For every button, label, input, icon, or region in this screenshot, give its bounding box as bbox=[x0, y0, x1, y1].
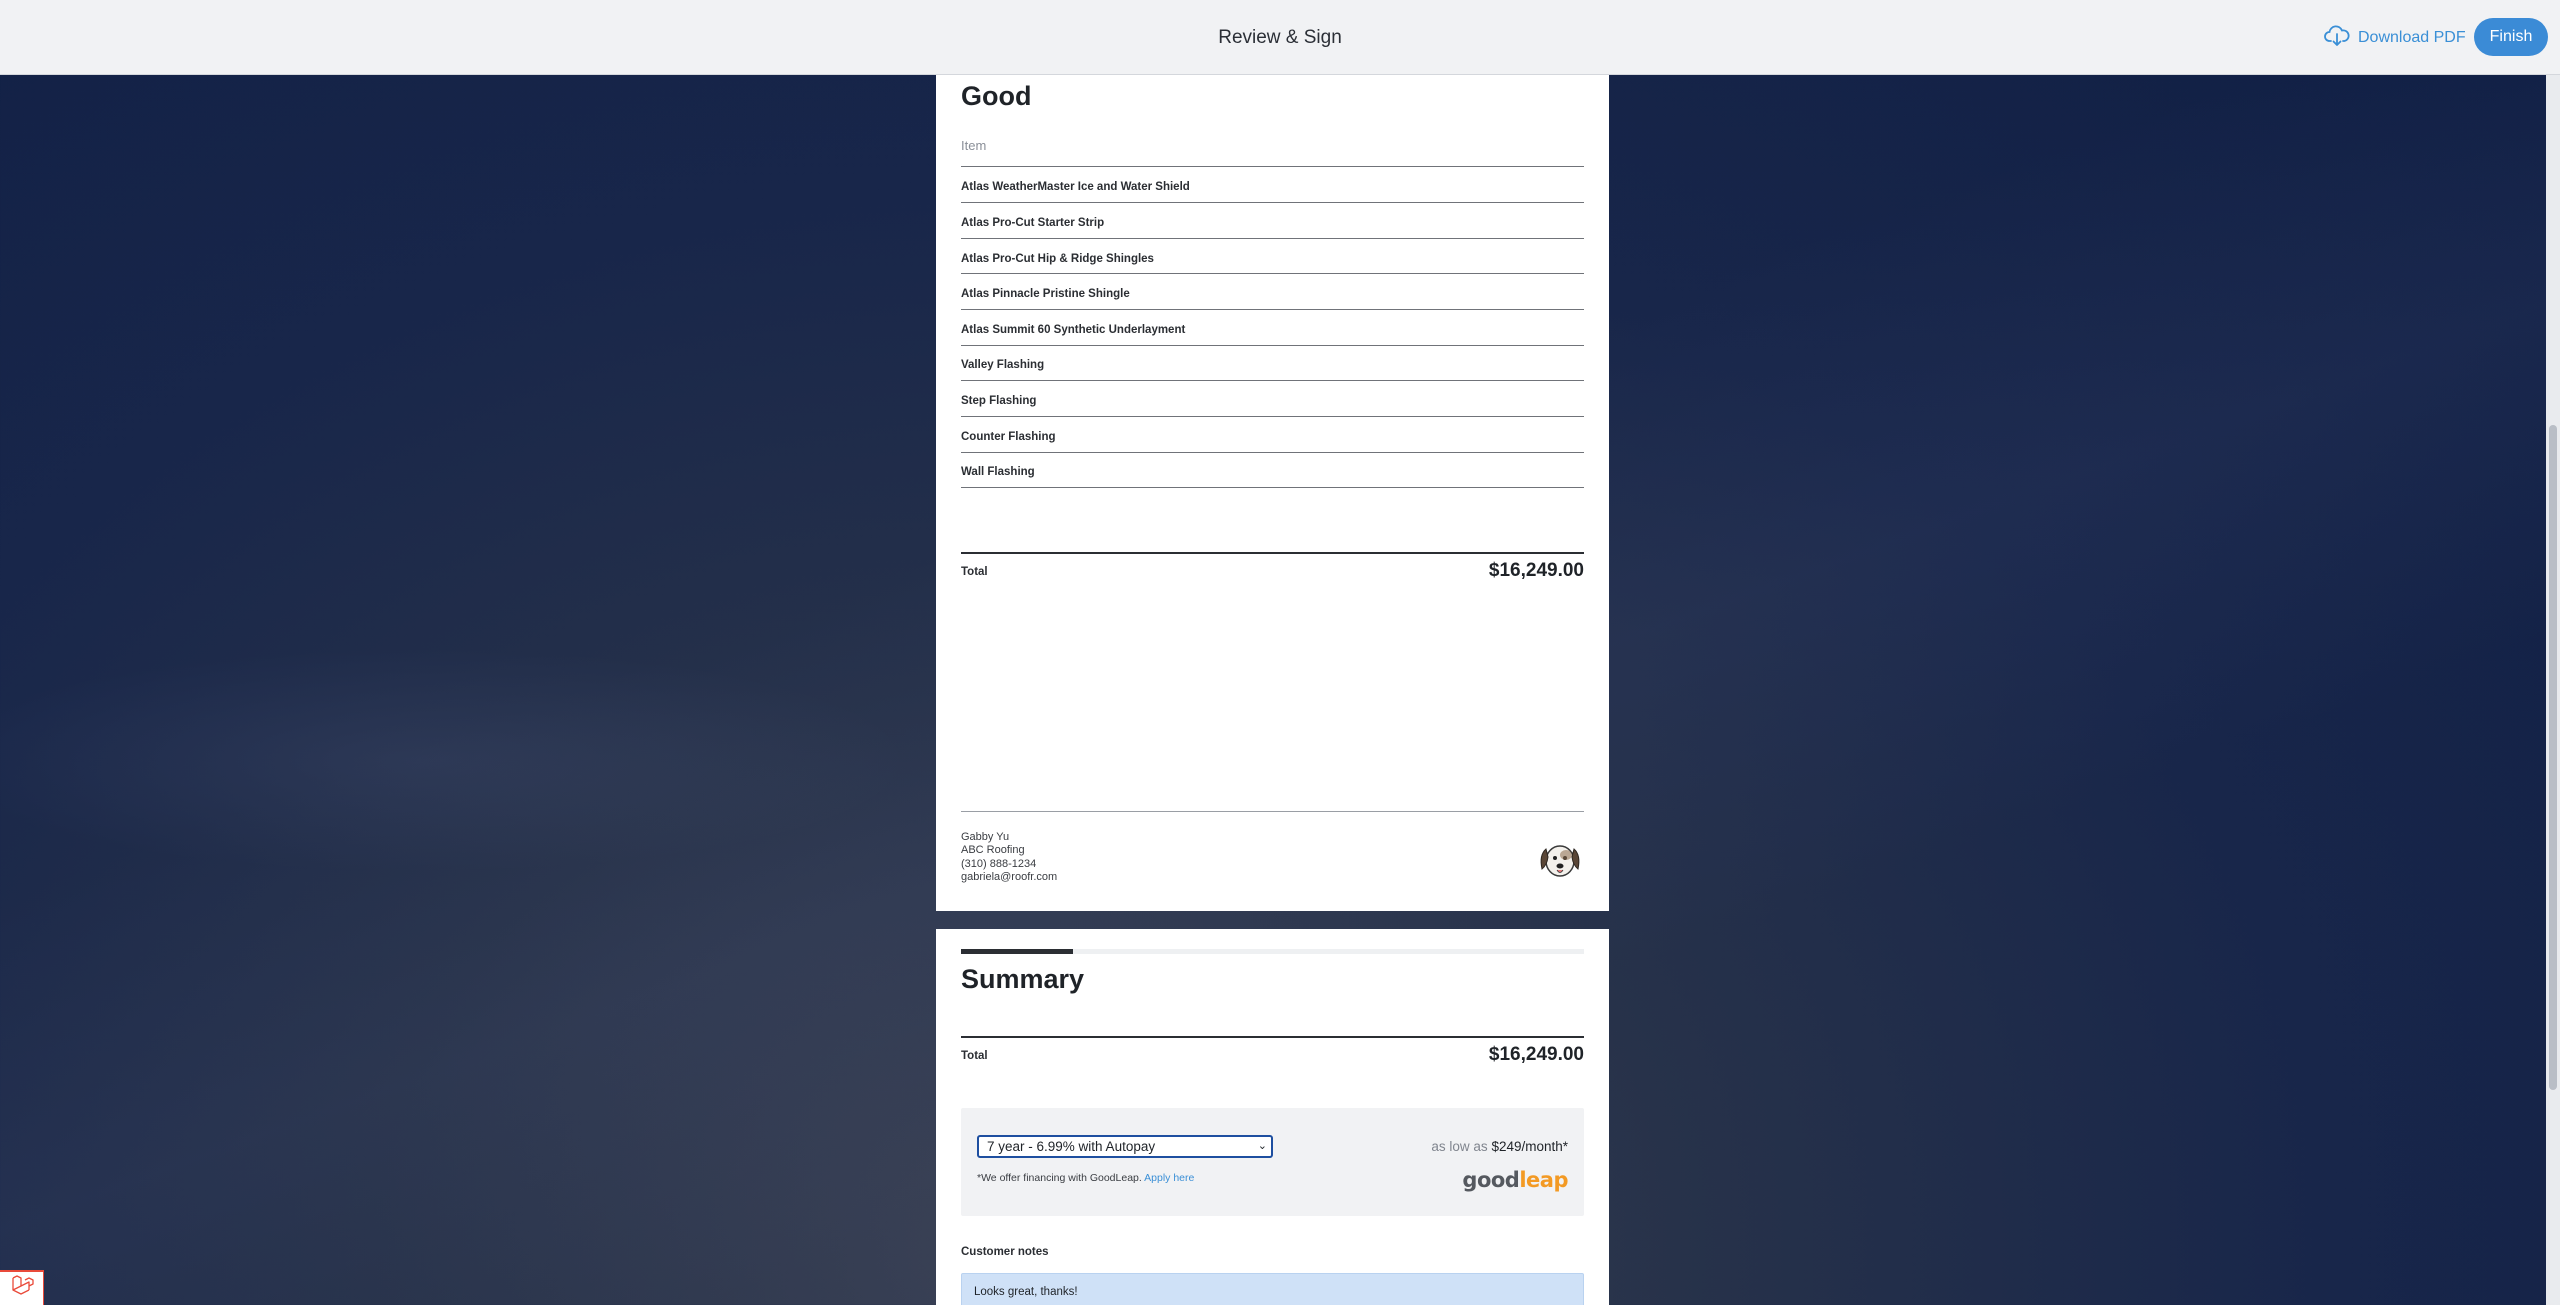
divider bbox=[961, 380, 1584, 381]
scrollbar[interactable] bbox=[2546, 75, 2560, 1305]
page-title: Review & Sign bbox=[1218, 27, 1342, 48]
total-divider bbox=[961, 1036, 1584, 1038]
chevron-down-icon: ⌄ bbox=[1257, 1140, 1267, 1152]
line-item: Valley Flashing bbox=[961, 359, 1045, 371]
financing-panel: 7 year - 6.99% with Autopay ⌄ as low as … bbox=[961, 1108, 1584, 1216]
line-item: Atlas Summit 60 Synthetic Underlayment bbox=[961, 324, 1186, 336]
line-item: Counter Flashing bbox=[961, 431, 1056, 443]
scrollbar-thumb[interactable] bbox=[2549, 425, 2557, 1090]
debugbar-toggle[interactable] bbox=[0, 1270, 44, 1305]
footer-divider bbox=[961, 811, 1584, 812]
contact-name: Gabby Yu bbox=[961, 831, 1010, 843]
total-value: $16,249.00 bbox=[1488, 560, 1584, 581]
line-item: Atlas WeatherMaster Ice and Water Shield bbox=[961, 181, 1190, 193]
divider bbox=[961, 345, 1584, 346]
download-pdf-label: Download PDF bbox=[2358, 29, 2466, 46]
financing-note-text: *We offer financing with GoodLeap. bbox=[977, 1172, 1142, 1184]
contact-company: ABC Roofing bbox=[961, 844, 1025, 856]
customer-notes-text: Looks great, thanks! bbox=[974, 1286, 1078, 1298]
divider bbox=[961, 273, 1584, 274]
monthly-payment: as low as $249/month* bbox=[1431, 1139, 1568, 1154]
divider bbox=[961, 309, 1584, 310]
monthly-amount: $249/month* bbox=[1491, 1139, 1568, 1154]
line-item: Wall Flashing bbox=[961, 466, 1035, 478]
financing-term-select[interactable]: 7 year - 6.99% with Autopay ⌄ bbox=[977, 1135, 1273, 1158]
as-low-as-label: as low as bbox=[1431, 1139, 1488, 1154]
summary-total-label: Total bbox=[961, 1050, 988, 1062]
customer-notes-field[interactable]: Looks great, thanks! bbox=[961, 1273, 1584, 1305]
summary-total-value: $16,249.00 bbox=[1488, 1044, 1584, 1065]
proposal-page-option: Good Item Atlas WeatherMaster Ice and Wa… bbox=[936, 75, 1609, 911]
line-item: Step Flashing bbox=[961, 395, 1037, 407]
finish-button[interactable]: Finish bbox=[2474, 18, 2548, 56]
divider bbox=[961, 166, 1584, 167]
section-progress-bar bbox=[961, 949, 1584, 954]
proposal-page-summary: Summary Total $16,249.00 7 year - 6.99% … bbox=[936, 929, 1609, 1305]
customer-notes-label: Customer notes bbox=[961, 1246, 1049, 1258]
line-item: Atlas Pinnacle Pristine Shingle bbox=[961, 288, 1130, 300]
download-pdf-button[interactable]: Download PDF bbox=[2324, 24, 2466, 52]
cloud-download-icon bbox=[2324, 24, 2350, 52]
item-column-header: Item bbox=[961, 138, 987, 153]
apply-here-link[interactable]: Apply here bbox=[1144, 1172, 1194, 1184]
divider bbox=[961, 202, 1584, 203]
divider bbox=[961, 452, 1584, 453]
top-bar: Review & Sign Download PDF Finish bbox=[0, 0, 2560, 75]
laravel-icon bbox=[10, 1275, 34, 1302]
contact-email: gabriela@roofr.com bbox=[961, 871, 1058, 883]
total-label: Total bbox=[961, 566, 988, 578]
company-logo bbox=[1537, 835, 1583, 881]
total-divider bbox=[961, 552, 1584, 554]
divider bbox=[961, 416, 1584, 417]
line-item: Atlas Pro-Cut Hip & Ridge Shingles bbox=[961, 253, 1154, 265]
summary-title: Summary bbox=[961, 964, 1085, 994]
financing-term-value: 7 year - 6.99% with Autopay bbox=[987, 1139, 1156, 1154]
line-item: Atlas Pro-Cut Starter Strip bbox=[961, 217, 1105, 229]
option-title: Good bbox=[961, 81, 1032, 111]
divider bbox=[961, 487, 1584, 488]
financing-note: *We offer financing with GoodLeap. Apply… bbox=[977, 1172, 1194, 1184]
divider bbox=[961, 238, 1584, 239]
contact-phone: (310) 888-1234 bbox=[961, 858, 1037, 870]
goodleap-logo: goodleap bbox=[1462, 1168, 1568, 1192]
